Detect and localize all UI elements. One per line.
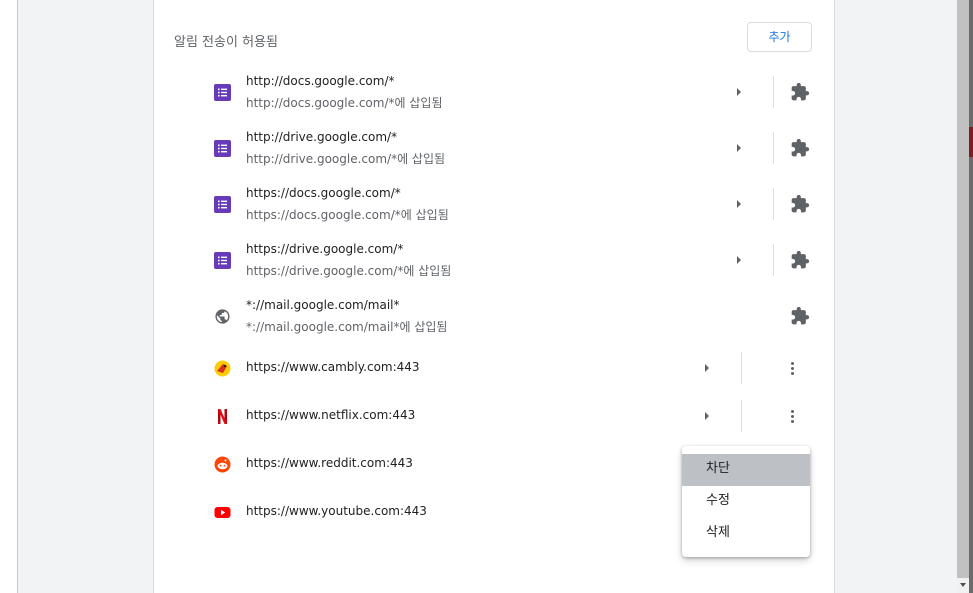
row-divider <box>741 352 742 384</box>
more-actions-icon[interactable] <box>791 410 795 425</box>
expand-arrow-icon[interactable] <box>737 256 741 264</box>
menu-item-block[interactable]: 차단 <box>682 454 810 486</box>
google-forms-icon <box>214 140 231 157</box>
menu-item-edit[interactable]: 수정 <box>682 486 810 518</box>
site-row[interactable]: https://drive.google.com/* https://drive… <box>154 233 834 287</box>
youtube-icon <box>214 507 231 518</box>
site-url: https://www.reddit.com:443 <box>246 456 413 470</box>
site-row[interactable]: https://docs.google.com/* https://docs.g… <box>154 177 834 231</box>
site-url: http://drive.google.com/* <box>246 130 398 144</box>
extension-puzzle-icon[interactable] <box>790 194 810 214</box>
site-row[interactable]: http://docs.google.com/* http://docs.goo… <box>154 65 834 119</box>
site-url: https://drive.google.com/* <box>246 242 404 256</box>
site-row[interactable]: *://mail.google.com/mail* *://mail.googl… <box>154 289 834 343</box>
add-button[interactable]: 추가 <box>747 22 812 52</box>
site-injected-label: *://mail.google.com/mail*에 삽입됨 <box>246 320 448 334</box>
row-divider <box>741 400 742 432</box>
right-window-edge <box>969 0 973 593</box>
reddit-icon <box>214 456 231 473</box>
row-divider <box>773 132 774 164</box>
extension-puzzle-icon[interactable] <box>790 306 810 326</box>
google-forms-icon <box>214 84 231 101</box>
scroll-down-arrow-icon <box>960 583 966 587</box>
extension-puzzle-icon[interactable] <box>790 82 810 102</box>
expand-arrow-icon[interactable] <box>705 364 709 372</box>
section-title: 알림 전송이 허용됨 <box>174 35 278 50</box>
edge-accent <box>969 127 973 157</box>
site-url: http://docs.google.com/* <box>246 74 395 88</box>
globe-icon <box>215 309 230 324</box>
expand-arrow-icon[interactable] <box>705 412 709 420</box>
site-context-menu: 차단 수정 삭제 <box>682 446 810 557</box>
left-window-edge <box>0 0 17 593</box>
extension-puzzle-icon[interactable] <box>790 138 810 158</box>
row-divider <box>773 188 774 220</box>
more-actions-icon[interactable] <box>791 362 795 377</box>
site-row[interactable]: https://www.netflix.com:443 <box>154 393 834 439</box>
site-injected-label: http://drive.google.com/*에 삽입됨 <box>246 152 446 166</box>
expand-arrow-icon[interactable] <box>737 200 741 208</box>
site-injected-label: https://docs.google.com/*에 삽입됨 <box>246 208 449 222</box>
cambly-icon <box>214 360 231 377</box>
netflix-icon <box>218 409 227 424</box>
expand-arrow-icon[interactable] <box>737 144 741 152</box>
google-forms-icon <box>214 252 231 269</box>
expand-arrow-icon[interactable] <box>737 88 741 96</box>
site-injected-label: http://docs.google.com/*에 삽입됨 <box>246 96 443 110</box>
site-url: https://www.youtube.com:443 <box>246 504 427 518</box>
site-row[interactable]: https://www.cambly.com:443 <box>154 345 834 391</box>
google-forms-icon <box>214 196 231 213</box>
scrollbar-thumb[interactable] <box>957 0 969 578</box>
scroll-down-button[interactable] <box>957 578 969 593</box>
menu-item-delete[interactable]: 삭제 <box>682 518 810 550</box>
extension-puzzle-icon[interactable] <box>790 250 810 270</box>
site-url: https://www.netflix.com:443 <box>246 408 416 422</box>
site-row[interactable]: http://drive.google.com/* http://drive.g… <box>154 121 834 175</box>
row-divider <box>773 244 774 276</box>
row-divider <box>773 76 774 108</box>
site-url: https://docs.google.com/* <box>246 186 401 200</box>
site-url: *://mail.google.com/mail* <box>246 298 400 312</box>
site-url: https://www.cambly.com:443 <box>246 360 420 374</box>
site-injected-label: https://drive.google.com/*에 삽입됨 <box>246 264 452 278</box>
